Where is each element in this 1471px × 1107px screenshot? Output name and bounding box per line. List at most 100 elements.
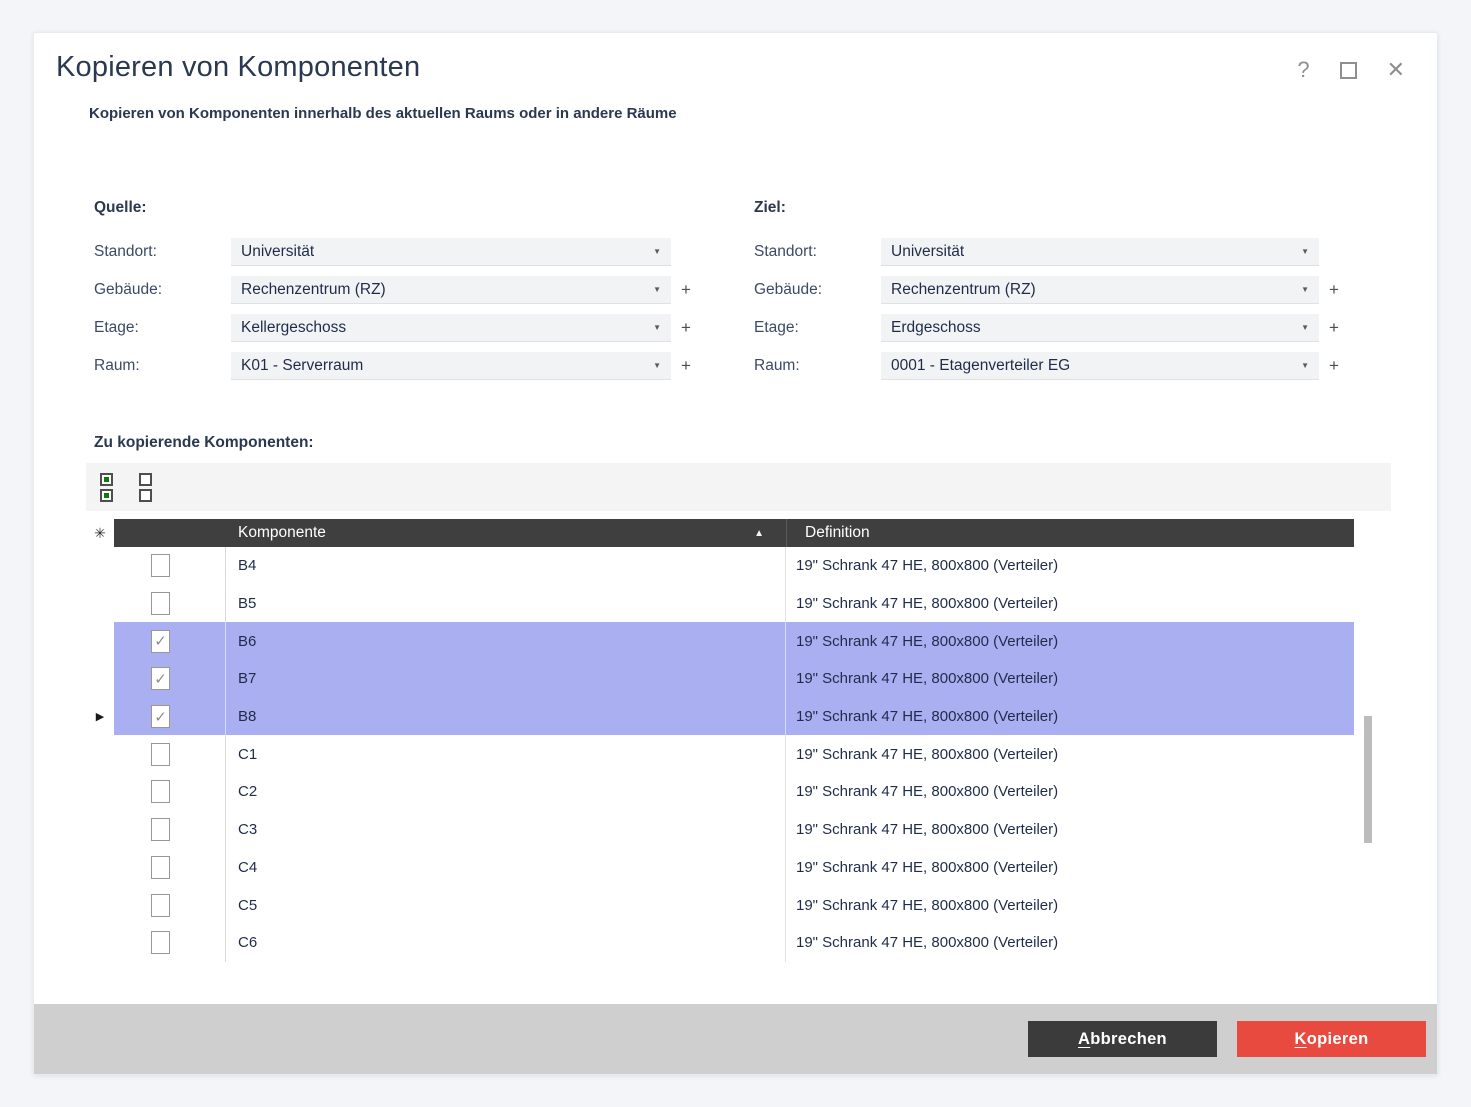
- row-checkbox[interactable]: ✓: [151, 667, 170, 690]
- table-row[interactable]: B5 19" Schrank 47 HE, 800x800 (Verteiler…: [86, 585, 1397, 623]
- combo-box[interactable]: Rechenzentrum (RZ) ▼: [881, 276, 1319, 304]
- cancel-button[interactable]: Abbrechen: [1028, 1021, 1217, 1057]
- chevron-down-icon: ▼: [1301, 285, 1309, 294]
- checked-square-icon: [100, 473, 113, 486]
- window-controls: ? ✕: [1297, 59, 1405, 81]
- header-marker-icon: ✳: [86, 519, 114, 547]
- field-label: Gebäude:: [754, 281, 881, 299]
- column-header-definition[interactable]: Definition: [786, 519, 1354, 547]
- combo-box[interactable]: Kellergeschoss ▼: [231, 314, 671, 342]
- checkbox-cell: [114, 849, 226, 887]
- column-header-komponente[interactable]: Komponente ▲: [114, 519, 786, 547]
- source-section: Quelle: Standort: Universität ▼ + Gebäud…: [94, 199, 701, 385]
- row-checkbox[interactable]: [151, 894, 170, 917]
- row-checkbox[interactable]: [151, 931, 170, 954]
- row-checkbox[interactable]: [151, 856, 170, 879]
- definition-cell: 19" Schrank 47 HE, 800x800 (Verteiler): [786, 924, 1354, 962]
- checkbox-cell: ✓: [114, 698, 226, 736]
- add-button[interactable]: +: [1319, 318, 1349, 338]
- combo-box[interactable]: Universität ▼: [231, 238, 671, 266]
- component-cell: B8: [226, 698, 786, 736]
- copy-button[interactable]: Kopieren: [1237, 1021, 1426, 1057]
- column-header-label: Komponente: [238, 524, 326, 542]
- table-row[interactable]: C5 19" Schrank 47 HE, 800x800 (Verteiler…: [86, 886, 1397, 924]
- table-row[interactable]: ✓ B6 19" Schrank 47 HE, 800x800 (Verteil…: [86, 622, 1397, 660]
- dialog-subtitle: Kopieren von Komponenten innerhalb des a…: [89, 105, 677, 122]
- combo-box[interactable]: Universität ▼: [881, 238, 1319, 266]
- combo-value: Universität: [241, 243, 314, 261]
- definition-cell: 19" Schrank 47 HE, 800x800 (Verteiler): [786, 547, 1354, 585]
- combo-value: K01 - Serverraum: [241, 357, 363, 375]
- table-row[interactable]: C4 19" Schrank 47 HE, 800x800 (Verteiler…: [86, 849, 1397, 887]
- row-checkbox[interactable]: [151, 780, 170, 803]
- form-field-row: Etage: Kellergeschoss ▼ +: [94, 309, 701, 347]
- maximize-icon[interactable]: [1340, 62, 1357, 79]
- definition-cell: 19" Schrank 47 HE, 800x800 (Verteiler): [786, 811, 1354, 849]
- combo-value: Universität: [891, 243, 964, 261]
- combo-box[interactable]: Erdgeschoss ▼: [881, 314, 1319, 342]
- checkbox-cell: [114, 811, 226, 849]
- form-field-row: Etage: Erdgeschoss ▼ +: [754, 309, 1349, 347]
- checkbox-cell: ✓: [114, 660, 226, 698]
- combo-box[interactable]: 0001 - Etagenverteiler EG ▼: [881, 352, 1319, 380]
- help-icon[interactable]: ?: [1297, 59, 1309, 81]
- field-label: Raum:: [754, 357, 881, 375]
- checkbox-cell: [114, 547, 226, 585]
- column-header-label: Definition: [805, 524, 870, 542]
- definition-cell: 19" Schrank 47 HE, 800x800 (Verteiler): [786, 585, 1354, 623]
- combo-value: Erdgeschoss: [891, 319, 981, 337]
- field-label: Gebäude:: [94, 281, 231, 299]
- table-row[interactable]: ▶ ✓ B8 19" Schrank 47 HE, 800x800 (Verte…: [86, 698, 1397, 736]
- components-toolbar: [86, 463, 1391, 511]
- chevron-down-icon: ▼: [653, 247, 661, 256]
- component-cell: C1: [226, 735, 786, 773]
- row-checkbox[interactable]: [151, 743, 170, 766]
- vertical-scrollbar-thumb[interactable]: [1364, 716, 1372, 843]
- table-row[interactable]: C6 19" Schrank 47 HE, 800x800 (Verteiler…: [86, 924, 1397, 962]
- row-checkbox[interactable]: ✓: [151, 705, 170, 728]
- component-cell: C5: [226, 886, 786, 924]
- field-label: Standort:: [94, 243, 231, 261]
- component-table: ✳ Komponente ▲ Definition B4 19" Schrank…: [86, 519, 1397, 962]
- deselect-all-button[interactable]: [139, 473, 152, 502]
- table-row[interactable]: C3 19" Schrank 47 HE, 800x800 (Verteiler…: [86, 811, 1397, 849]
- combo-value: Rechenzentrum (RZ): [891, 281, 1036, 299]
- select-all-button[interactable]: [100, 473, 113, 502]
- definition-cell: 19" Schrank 47 HE, 800x800 (Verteiler): [786, 698, 1354, 736]
- current-row-indicator: [86, 924, 114, 962]
- form-field-row: Raum: 0001 - Etagenverteiler EG ▼ +: [754, 347, 1349, 385]
- components-heading: Zu kopierende Komponenten:: [94, 434, 314, 452]
- target-fields: Standort: Universität ▼ + Gebäude: Reche…: [754, 233, 1349, 385]
- add-button[interactable]: +: [1319, 280, 1349, 300]
- add-button[interactable]: +: [671, 318, 701, 338]
- component-table-body: B4 19" Schrank 47 HE, 800x800 (Verteiler…: [86, 547, 1397, 962]
- combo-box[interactable]: Rechenzentrum (RZ) ▼: [231, 276, 671, 304]
- component-cell: C4: [226, 849, 786, 887]
- row-checkbox[interactable]: [151, 554, 170, 577]
- current-row-indicator: [86, 660, 114, 698]
- combo-value: 0001 - Etagenverteiler EG: [891, 357, 1070, 375]
- close-icon[interactable]: ✕: [1387, 59, 1405, 81]
- table-row[interactable]: B4 19" Schrank 47 HE, 800x800 (Verteiler…: [86, 547, 1397, 585]
- chevron-down-icon: ▼: [653, 361, 661, 370]
- add-button[interactable]: +: [671, 356, 701, 376]
- row-checkbox[interactable]: [151, 592, 170, 615]
- add-button[interactable]: +: [1319, 356, 1349, 376]
- table-row[interactable]: ✓ B7 19" Schrank 47 HE, 800x800 (Verteil…: [86, 660, 1397, 698]
- component-cell: B7: [226, 660, 786, 698]
- component-cell: C6: [226, 924, 786, 962]
- table-row[interactable]: C2 19" Schrank 47 HE, 800x800 (Verteiler…: [86, 773, 1397, 811]
- sort-ascending-icon: ▲: [754, 528, 764, 539]
- row-checkbox[interactable]: ✓: [151, 630, 170, 653]
- combo-box[interactable]: K01 - Serverraum ▼: [231, 352, 671, 380]
- row-checkbox[interactable]: [151, 818, 170, 841]
- definition-cell: 19" Schrank 47 HE, 800x800 (Verteiler): [786, 849, 1354, 887]
- add-button[interactable]: +: [671, 280, 701, 300]
- current-row-indicator: [86, 849, 114, 887]
- current-row-indicator: [86, 585, 114, 623]
- table-row[interactable]: C1 19" Schrank 47 HE, 800x800 (Verteiler…: [86, 735, 1397, 773]
- unchecked-square-icon: [139, 473, 152, 486]
- definition-cell: 19" Schrank 47 HE, 800x800 (Verteiler): [786, 660, 1354, 698]
- component-cell: C3: [226, 811, 786, 849]
- checkbox-cell: [114, 886, 226, 924]
